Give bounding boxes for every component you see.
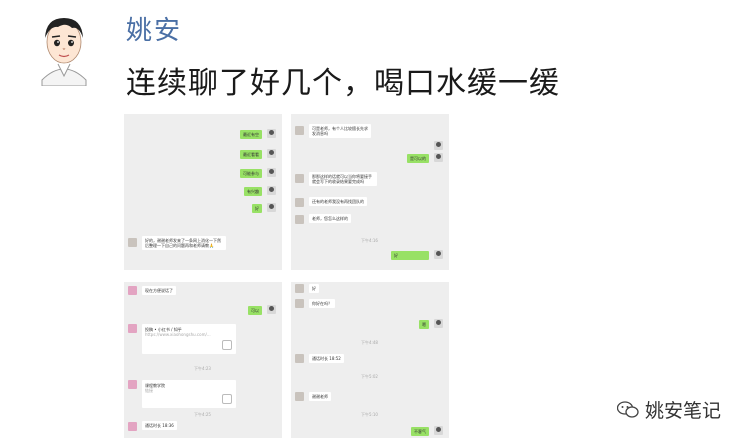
- card-subtitle: 链接: [145, 388, 153, 393]
- user-avatar-icon: [267, 129, 276, 138]
- chat-bubble: 有兴趣: [244, 187, 262, 196]
- chat-bubble: 现在方便说话了: [142, 286, 176, 295]
- chat-bubble: 好: [309, 284, 319, 293]
- contact-avatar-icon: [128, 380, 137, 389]
- user-avatar-icon: [434, 141, 443, 150]
- user-avatar-icon: [267, 186, 276, 195]
- chat-bubble: 老师，您怎么这样的: [309, 214, 351, 223]
- call-record: 通话时长 18:52: [309, 354, 344, 363]
- timestamp: 下午5:10: [361, 412, 378, 417]
- chat-bubble: 最近有空: [240, 130, 262, 139]
- chat-bubble: 好: [391, 251, 429, 260]
- chat-bubble: 好: [252, 204, 262, 213]
- call-record: 通话时长 18:36: [142, 421, 177, 430]
- contact-avatar-icon: [295, 198, 304, 207]
- chat-bubble: 最近看看: [240, 150, 262, 159]
- user-avatar-icon: [434, 426, 443, 435]
- chat-screenshot-4[interactable]: 好 你好在吗？ 嗯 下午4:48 通话时长 18:52 下午5:02 谢谢老师 …: [291, 282, 449, 438]
- contact-avatar-icon: [128, 286, 137, 295]
- user-avatar-icon: [434, 319, 443, 328]
- timestamp: 下午4:48: [361, 340, 378, 345]
- chat-bubble: 可以: [248, 306, 262, 315]
- chat-bubble: 不客气: [411, 427, 429, 436]
- timestamp: 下午4:16: [361, 238, 378, 243]
- user-avatar-icon: [267, 149, 276, 158]
- author-avatar[interactable]: [32, 10, 96, 86]
- contact-avatar-icon: [128, 238, 137, 247]
- contact-avatar-icon: [295, 126, 304, 135]
- chat-bubble: 嗯: [419, 320, 429, 329]
- watermark: 姚安笔记: [617, 396, 721, 423]
- timestamp: 下午4:23: [194, 366, 211, 371]
- chat-bubble: 可能参与: [240, 169, 262, 178]
- chat-bubble: 好的，谢谢老师发来了一条网上消化一下然后整理一下自己的问题再和老师请教🙏: [142, 236, 226, 250]
- contact-avatar-icon: [295, 354, 304, 363]
- contact-avatar-icon: [128, 324, 137, 333]
- contact-avatar-icon: [295, 215, 304, 224]
- chat-bubble: 你好在吗？: [309, 299, 335, 308]
- contact-avatar-icon: [295, 299, 304, 308]
- contact-avatar-icon: [295, 174, 304, 183]
- timestamp: 下午5:02: [361, 374, 378, 379]
- contact-avatar-icon: [128, 422, 137, 431]
- user-avatar-icon: [434, 153, 443, 162]
- user-avatar-icon: [267, 168, 276, 177]
- wechat-icon: [617, 400, 639, 418]
- chat-bubble: 谢谢老师: [309, 392, 331, 401]
- watermark-name: 姚安笔记: [645, 400, 722, 422]
- contact-avatar-icon: [295, 284, 304, 293]
- author-name[interactable]: 姚安: [126, 10, 182, 47]
- link-icon: [222, 340, 232, 350]
- chat-screenshot-3[interactable]: 现在方便说话了 可以 投稿 • 小红书 / 知乎 https://www.xia…: [124, 282, 282, 438]
- chat-bubble: 是可以的: [407, 154, 429, 163]
- link-card[interactable]: 投稿 • 小红书 / 知乎 https://www.xiaohongshu.co…: [142, 324, 236, 354]
- chat-screenshot-2[interactable]: 可是老师，有个人比较擅长先求发消息吗 是可以的 那那这样的话就可以当你将要接手就…: [291, 114, 449, 270]
- chat-screenshot-1[interactable]: 最近有空 最近看看 可能参与 有兴趣 好 好的，谢谢老师发来了一条网上消化一下然…: [124, 114, 282, 270]
- link-icon: [222, 394, 232, 404]
- chat-bubble: 那那这样的话就可以当你将要接手就会写下的收录结果要完成吗: [309, 172, 377, 186]
- link-card[interactable]: 课程教学院 链接: [142, 380, 236, 408]
- chat-bubble: 可是老师，有个人比较擅长先求发消息吗: [309, 124, 371, 138]
- user-avatar-icon: [267, 305, 276, 314]
- timestamp: 下午4:25: [194, 412, 211, 417]
- post-text: 连续聊了好几个，喝口水缓一缓: [126, 66, 560, 101]
- user-avatar-icon: [267, 203, 276, 212]
- user-avatar-icon: [434, 250, 443, 259]
- contact-avatar-icon: [295, 392, 304, 401]
- card-subtitle: https://www.xiaohongshu.com/...: [145, 332, 211, 337]
- chat-bubble: 还有的老师我没有再找团队的: [309, 197, 367, 206]
